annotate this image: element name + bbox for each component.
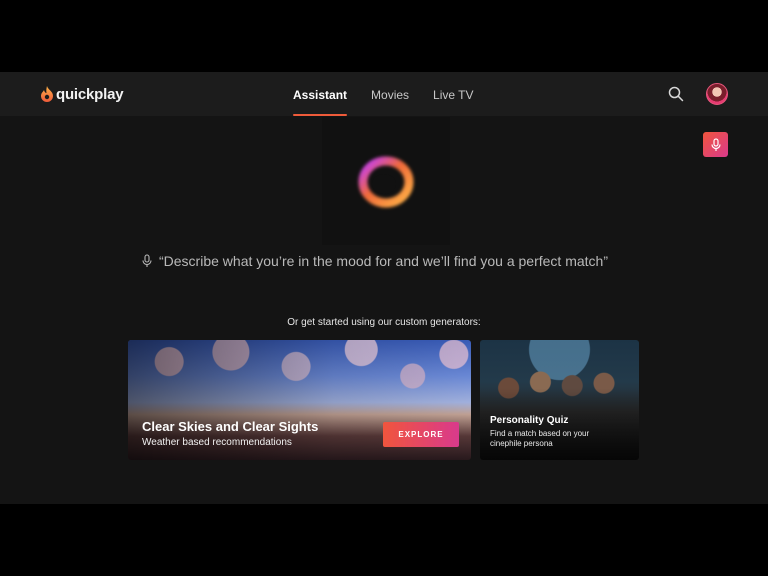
brand-name: quickplay xyxy=(56,85,124,103)
search-icon[interactable] xyxy=(667,85,685,103)
tab-live-tv[interactable]: Live TV xyxy=(433,72,473,116)
explore-button[interactable]: EXPLORE xyxy=(383,422,459,447)
card-title: Personality Quiz xyxy=(490,415,569,426)
card-title: Clear Skies and Clear Sights xyxy=(142,419,319,434)
user-avatar[interactable] xyxy=(706,83,728,105)
voice-search-button[interactable] xyxy=(703,132,728,157)
quickplay-logo[interactable]: quickplay xyxy=(40,84,124,104)
microphone-icon xyxy=(142,254,152,267)
personality-quiz-card[interactable]: Personality Quiz Find a match based on y… xyxy=(480,340,639,460)
main-nav: Assistant Movies Live TV xyxy=(293,72,498,116)
assistant-prompt[interactable]: “Describe what you’re in the mood for an… xyxy=(141,251,608,271)
generators-heading: Or get started using our custom generato… xyxy=(287,317,481,328)
microphone-icon xyxy=(710,137,721,151)
top-navigation-bar: quickplay Assistant Movies Live TV xyxy=(0,72,768,116)
letterbox-bottom xyxy=(0,504,768,576)
tab-assistant[interactable]: Assistant xyxy=(293,72,348,116)
letterbox-top xyxy=(0,0,768,72)
tab-movies[interactable]: Movies xyxy=(371,72,409,116)
weather-generator-card[interactable]: Clear Skies and Clear Sights Weather bas… xyxy=(128,340,471,460)
card-subtitle: Weather based recommendations xyxy=(142,437,292,448)
app-screen: quickplay Assistant Movies Live TV “Desc… xyxy=(0,72,768,504)
assistant-orb-panel xyxy=(322,117,450,245)
assistant-orb-icon xyxy=(358,156,414,208)
prompt-text: “Describe what you’re in the mood for an… xyxy=(159,253,608,269)
card-description: Find a match based on your cinephile per… xyxy=(490,429,590,448)
flame-icon xyxy=(41,86,53,102)
